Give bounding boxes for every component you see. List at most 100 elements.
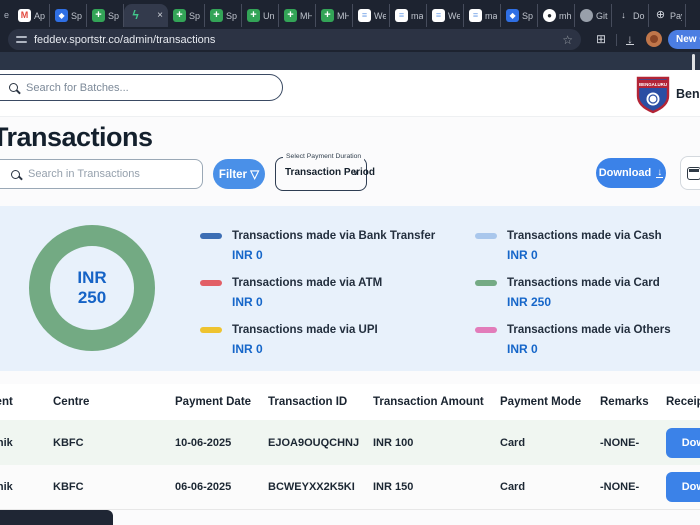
toolbar-divider xyxy=(616,34,617,46)
receipt-download-button[interactable]: Download xyxy=(666,428,700,458)
browser-tab[interactable]: ≡ma xyxy=(390,4,427,27)
gmail-icon: M xyxy=(18,9,31,22)
transactions-search-input[interactable]: Search in Transactions xyxy=(0,159,203,189)
browser-tab[interactable]: +Sp xyxy=(87,4,124,27)
legend-item-bank-transfer: Transactions made via Bank Transfer INR … xyxy=(200,230,435,262)
page-content: Search for Batches... BENGALURU Ben Tran… xyxy=(0,52,700,525)
app-green-icon: + xyxy=(284,9,297,22)
legend-swatch xyxy=(475,233,497,239)
legend-item-others: Transactions made via Others INR 0 xyxy=(475,324,671,356)
col-remarks: Remarks xyxy=(600,396,666,408)
tab-title: Git xyxy=(596,11,608,21)
col-receipt: Receipt xyxy=(666,396,700,408)
tab-title: Do xyxy=(633,11,645,21)
browser-tab[interactable]: ●mh xyxy=(538,4,575,27)
browser-chrome: e MAp◆Sp+Spϟ×+Sp+Sp+Un+MH+MH≡We≡ma≡We≡ma… xyxy=(0,0,700,52)
payment-duration-value: Transaction Period xyxy=(285,167,375,178)
downloads-icon[interactable]: ↓ xyxy=(626,32,634,46)
tab-title: Sp xyxy=(226,11,237,21)
site-info-icon[interactable] xyxy=(16,35,27,44)
doc-icon: ≡ xyxy=(432,9,445,22)
browser-tab[interactable]: MAp xyxy=(13,4,50,27)
doc-icon: ≡ xyxy=(358,9,371,22)
cell-payment-date: 06-06-2025 xyxy=(175,481,268,493)
payments-summary-panel: INR 250 Transactions made via Bank Trans… xyxy=(0,206,700,371)
donut-total-amount: 250 xyxy=(78,288,106,308)
club-crest-logo: BENGALURU xyxy=(636,74,670,114)
batches-search-input[interactable]: Search for Batches... xyxy=(0,74,283,101)
donut-total-unit: INR xyxy=(77,268,106,288)
tab-title-fragment[interactable]: e xyxy=(2,10,13,27)
browser-tab[interactable]: +Sp xyxy=(168,4,205,27)
profile-avatar[interactable] xyxy=(646,31,662,47)
browser-tab[interactable]: ◆Sp xyxy=(50,4,87,27)
extensions-icon[interactable]: ⊞ xyxy=(596,32,606,46)
browser-tab[interactable]: ↓Do xyxy=(612,4,649,27)
legend-item-upi: Transactions made via UPI INR 0 xyxy=(200,324,378,356)
browser-tab[interactable]: +MH xyxy=(316,4,353,27)
download-button-label: Download xyxy=(599,167,652,179)
browser-tab[interactable]: Git xyxy=(575,4,612,27)
app-blue-icon: ◆ xyxy=(506,9,519,22)
browser-tab[interactable]: ◆Sp xyxy=(501,4,538,27)
legend-item-cash: Transactions made via Cash INR 0 xyxy=(475,230,662,262)
col-payment-date: Payment Date xyxy=(175,396,268,408)
browser-status-bubble xyxy=(0,510,113,525)
browser-tab[interactable]: ≡We xyxy=(353,4,390,27)
tab-title: Sp xyxy=(189,11,200,21)
browser-tab[interactable]: ≡We xyxy=(427,4,464,27)
table-header-row: Student Centre Payment Date Transaction … xyxy=(0,384,700,420)
cell-transaction-id: EJOA9OUQCHNJ xyxy=(268,437,373,449)
app-blue-icon: ◆ xyxy=(55,9,68,22)
legend-swatch xyxy=(475,327,497,333)
browser-tab[interactable]: +MH xyxy=(279,4,316,27)
download-icon: ↓ xyxy=(656,168,663,178)
browser-tab[interactable]: ≡ma xyxy=(464,4,501,27)
receipt-download-button[interactable]: Download xyxy=(666,472,700,502)
app-top-navbar xyxy=(0,52,700,70)
address-bar[interactable]: feddev.sportstr.co/admin/transactions ☆ xyxy=(8,29,581,50)
app-green-icon: + xyxy=(92,9,105,22)
tab-title: We xyxy=(448,11,460,21)
app-green-icon: + xyxy=(173,9,186,22)
app-header: Search for Batches... BENGALURU Ben xyxy=(0,70,700,117)
doc-icon: ≡ xyxy=(395,9,408,22)
legend-label: Transactions made via Bank Transfer xyxy=(232,230,435,242)
legend-item-card: Transactions made via Card INR 250 xyxy=(475,277,660,309)
tab-title: Sp xyxy=(522,11,533,21)
new-chrome-button[interactable]: New Chr xyxy=(668,30,700,49)
tab-title: Sp xyxy=(71,11,82,21)
legend-swatch xyxy=(200,280,222,286)
tab-title: Pay xyxy=(670,11,682,21)
batches-search-placeholder: Search for Batches... xyxy=(26,82,129,94)
legend-value: INR 0 xyxy=(507,342,671,356)
cell-remarks: -NONE- xyxy=(600,437,666,449)
svg-text:BENGALURU: BENGALURU xyxy=(639,82,667,87)
globe-icon: ⊕ xyxy=(654,9,667,22)
url-text[interactable]: feddev.sportstr.co/admin/transactions xyxy=(34,34,555,46)
legend-label: Transactions made via ATM xyxy=(232,277,382,289)
filter-button[interactable]: Filter ▽ xyxy=(213,159,265,189)
bookmark-star-icon[interactable]: ☆ xyxy=(562,33,573,47)
col-centre: Centre xyxy=(53,396,175,408)
calendar-button[interactable] xyxy=(680,156,700,190)
donut-total: INR 250 xyxy=(29,225,155,351)
browser-tab[interactable]: +Un xyxy=(242,4,279,27)
tab-title: Sp xyxy=(108,11,119,21)
chevron-down-icon: ∨ xyxy=(352,167,359,178)
payment-duration-select[interactable]: Select Payment Duration Transaction Peri… xyxy=(275,157,367,191)
download-report-button[interactable]: Download ↓ xyxy=(596,158,666,188)
tab-title: mh xyxy=(559,11,571,21)
doc-icon: ≡ xyxy=(469,9,482,22)
app-green-icon: + xyxy=(210,9,223,22)
table-row: Kaushik KBFC 10-06-2025 EJOA9OUQCHNJ INR… xyxy=(0,420,700,465)
tab-strip: e MAp◆Sp+Spϟ×+Sp+Sp+Un+MH+MH≡We≡ma≡We≡ma… xyxy=(0,0,700,27)
downloads-arrow: ↓ xyxy=(626,34,634,45)
table-row: Kaushik KBFC 06-06-2025 BCWEYXX2K5KI INR… xyxy=(0,465,700,510)
tab-close-icon[interactable]: × xyxy=(157,10,165,21)
col-payment-mode: Payment Mode xyxy=(500,396,600,408)
browser-tab-active[interactable]: ϟ× xyxy=(124,4,168,27)
cell-student: Kaushik xyxy=(0,437,53,449)
browser-tab[interactable]: +Sp xyxy=(205,4,242,27)
browser-tab[interactable]: ⊕Pay xyxy=(649,4,686,27)
